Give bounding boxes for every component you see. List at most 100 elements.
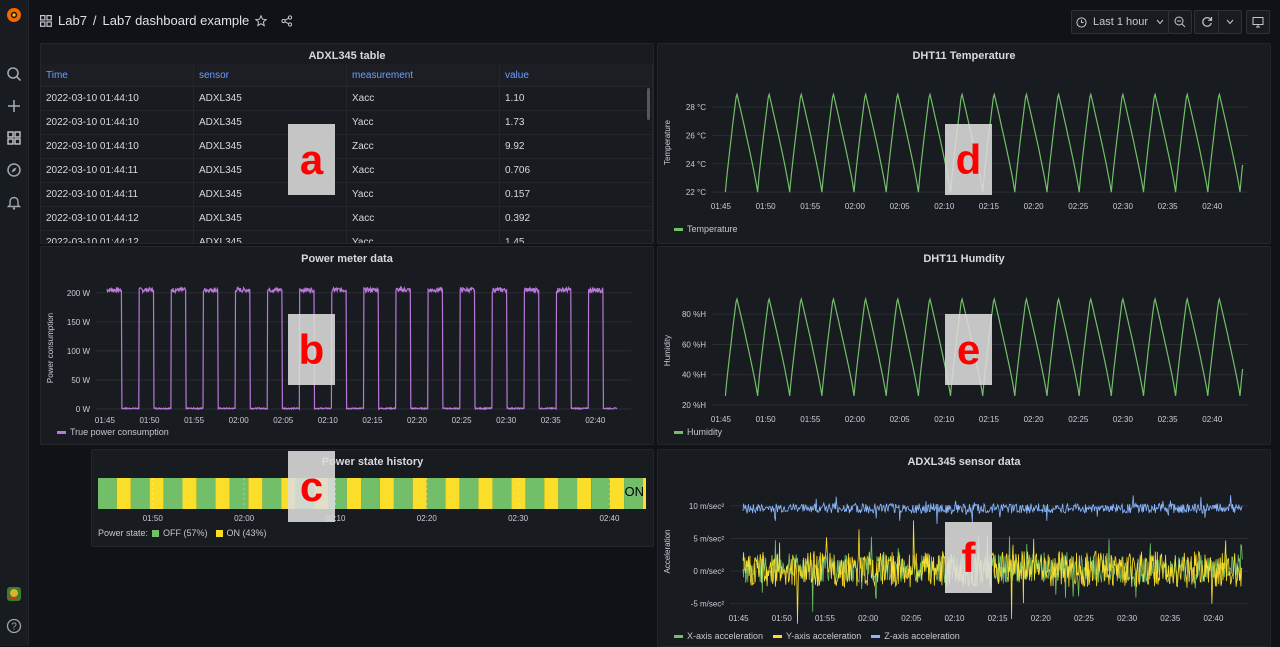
- x-tick-label: 02:40: [1202, 415, 1223, 424]
- legend-label: Temperature: [687, 224, 738, 234]
- cell-time: 2022-03-10 01:44:11: [41, 182, 194, 207]
- state-segment[interactable]: [525, 478, 545, 509]
- table-row: 2022-03-10 01:44:12 ADXL345 Xacc 0.392: [41, 206, 653, 231]
- x-tick-label: 02:15: [979, 415, 1000, 424]
- legend-item[interactable]: Y-axis acceleration: [773, 631, 861, 641]
- table-scrollbar[interactable]: [647, 88, 650, 120]
- dashboard-grid-icon: [40, 14, 52, 27]
- state-segment[interactable]: [229, 478, 249, 509]
- annotation-label-f: f: [945, 522, 992, 593]
- legend-item[interactable]: ON (43%): [215, 528, 267, 538]
- x-tick-label: 02:30: [1117, 614, 1138, 623]
- state-segment[interactable]: [116, 478, 131, 509]
- x-tick-label: 02:00: [845, 202, 866, 211]
- legend-prefix: Power state:: [98, 528, 149, 538]
- state-segment[interactable]: [130, 478, 150, 509]
- breadcrumb-folder[interactable]: Lab7: [58, 13, 87, 28]
- state-segment[interactable]: [591, 478, 610, 509]
- legend-item[interactable]: Humidity: [674, 427, 722, 437]
- y-tick-label: 0 m/sec²: [693, 567, 724, 576]
- cell-measurement: Xacc: [346, 158, 500, 183]
- state-segment[interactable]: [248, 478, 263, 509]
- series-line-1[interactable]: [106, 285, 618, 412]
- state-segment[interactable]: [459, 478, 479, 509]
- series-line-2[interactable]: [742, 520, 1243, 624]
- y-tick-label: 200 W: [67, 289, 91, 298]
- chart-legend: Power state: OFF (57%) ON (43%): [98, 528, 267, 538]
- help-icon[interactable]: ?: [3, 615, 25, 637]
- legend-item[interactable]: Temperature: [674, 224, 738, 234]
- column-header-measurement[interactable]: measurement: [346, 64, 500, 87]
- refresh-interval-dropdown[interactable]: [1218, 10, 1242, 34]
- search-icon[interactable]: [3, 63, 25, 85]
- refresh-button[interactable]: [1194, 10, 1220, 34]
- x-tick-label: 01:45: [711, 415, 732, 424]
- state-segment[interactable]: [558, 478, 578, 509]
- state-segment[interactable]: [412, 478, 427, 509]
- state-segment[interactable]: [149, 478, 164, 509]
- legend-item[interactable]: OFF (57%): [152, 528, 208, 538]
- state-segment[interactable]: [215, 478, 230, 509]
- table-header-row: Time sensor measurement value: [41, 64, 653, 87]
- panel-title[interactable]: ADXL345 table: [41, 50, 653, 62]
- annotation-label-b: b: [288, 314, 335, 385]
- state-segment[interactable]: [478, 478, 493, 509]
- y-tick-label: 100 W: [67, 347, 91, 356]
- state-segment[interactable]: [361, 478, 380, 509]
- column-header-sensor[interactable]: sensor: [193, 64, 347, 87]
- state-segment[interactable]: [609, 478, 625, 509]
- y-tick-label: 10 m/sec²: [689, 502, 724, 511]
- cell-measurement: Xacc: [346, 206, 500, 231]
- cell-sensor: ADXL345: [193, 206, 347, 231]
- legend-item[interactable]: True power consumption: [57, 427, 169, 437]
- user-avatar-icon[interactable]: [3, 583, 25, 605]
- y-tick-label: 28 °C: [686, 103, 706, 112]
- cell-measurement: Yacc: [346, 110, 500, 135]
- state-segment[interactable]: [182, 478, 197, 509]
- x-tick-label: 02:40: [1203, 614, 1224, 623]
- state-segment[interactable]: [426, 478, 446, 509]
- state-segment[interactable]: [98, 478, 117, 509]
- state-segment[interactable]: [379, 478, 394, 509]
- plus-icon[interactable]: [3, 95, 25, 117]
- series-line-3[interactable]: [742, 495, 1243, 524]
- legend-item[interactable]: X-axis acceleration: [674, 631, 763, 641]
- x-tick-label: 02:25: [452, 416, 473, 425]
- dashboards-icon[interactable]: [3, 127, 25, 149]
- grafana-logo-icon[interactable]: [3, 4, 25, 26]
- state-segment[interactable]: [544, 478, 559, 509]
- x-tick-label: 02:30: [508, 514, 529, 523]
- power-state-history-panel: Power state history 01:50 02:00 02:10 02:20…: [91, 449, 654, 547]
- tv-mode-button[interactable]: [1246, 10, 1270, 34]
- x-tick-label: 01:55: [800, 202, 821, 211]
- table-row: 2022-03-10 01:44:10 ADXL345 Yacc 1.73: [41, 110, 653, 135]
- y-tick-label: 20 %H: [682, 401, 706, 410]
- column-header-value[interactable]: value: [499, 64, 653, 87]
- time-picker-button[interactable]: Last 1 hour: [1071, 10, 1169, 34]
- state-segment[interactable]: [492, 478, 512, 509]
- x-tick-label: 02:00: [234, 514, 255, 523]
- star-icon[interactable]: [255, 14, 268, 27]
- x-tick-label: 01:45: [95, 416, 116, 425]
- state-segment[interactable]: [577, 478, 592, 509]
- annotation-label-a: a: [288, 124, 335, 195]
- state-segment[interactable]: [445, 478, 460, 509]
- adxl345-table-panel: ADXL345 table Time sensor measurement va…: [40, 43, 654, 244]
- x-tick-label: 01:55: [815, 614, 836, 623]
- column-header-time[interactable]: Time: [41, 64, 194, 87]
- zoom-out-button[interactable]: [1168, 10, 1192, 34]
- x-tick-label: 02:05: [890, 202, 911, 211]
- explore-icon[interactable]: [3, 159, 25, 181]
- dashboard-title[interactable]: Lab7 dashboard example: [103, 13, 250, 28]
- state-segment[interactable]: [393, 478, 413, 509]
- state-segment[interactable]: [196, 478, 216, 509]
- cell-value: 9.92: [499, 134, 653, 159]
- state-segment[interactable]: [262, 478, 282, 509]
- legend-item[interactable]: Z-axis acceleration: [871, 631, 960, 641]
- share-icon[interactable]: [281, 14, 293, 27]
- state-segment[interactable]: [346, 478, 362, 509]
- x-tick-label: 01:50: [143, 514, 164, 523]
- alerting-bell-icon[interactable]: [3, 191, 25, 213]
- state-segment[interactable]: [163, 478, 183, 509]
- power-meter-chart[interactable]: Power consumption 0 W 50 W 100 W 150 W 200 W 0…: [41, 247, 653, 444]
